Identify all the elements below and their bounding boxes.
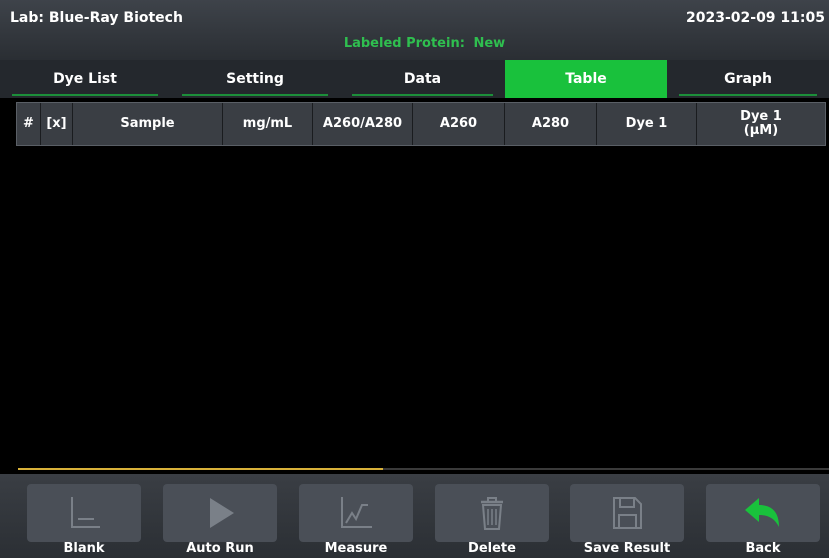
tab-setting[interactable]: Setting [170,60,340,98]
tab-label: Data [403,71,442,87]
table-header: # [x] Sample mg/mL A260/A280 A260 A280 D… [16,102,826,146]
save-icon [607,493,647,533]
column-header-dye1[interactable]: Dye 1 [597,103,697,145]
datetime-display: 2023-02-09 11:05 [686,10,825,26]
tab-bar: Dye List Setting Data Table Graph [0,60,829,98]
back-label: Back [745,541,781,556]
measure-label: Measure [324,541,388,556]
tab-dye-list[interactable]: Dye List [0,60,170,98]
save-result-button[interactable] [570,484,684,542]
column-header-dye1-um[interactable]: Dye 1 (μM) [697,103,825,145]
column-header-index[interactable]: # [17,103,41,145]
results-table[interactable]: # [x] Sample mg/mL A260/A280 A260 A280 D… [8,100,828,468]
blank-button[interactable] [27,484,141,542]
delete-label: Delete [468,541,516,556]
tab-label: Graph [724,71,772,87]
tab-label: Setting [226,71,284,87]
column-header-sample[interactable]: Sample [73,103,223,145]
column-header-mg-ml[interactable]: mg/mL [223,103,313,145]
measure-chart-icon [336,493,376,533]
save-result-label: Save Result [583,541,671,556]
auto-run-button[interactable] [163,484,277,542]
column-header-a260-a280[interactable]: A260/A280 [313,103,413,145]
column-header-a280[interactable]: A280 [505,103,597,145]
progress-bar [18,468,829,470]
play-icon [200,493,240,533]
delete-button[interactable] [435,484,549,542]
tab-graph[interactable]: Graph [667,60,829,98]
header-bar: Lab: Blue-Ray Biotech Labeled Protein: N… [0,0,829,60]
labeled-protein-label: Labeled Protein: [343,36,465,51]
tab-label: Dye List [53,71,117,87]
lab-name: Lab: Blue-Ray Biotech [10,10,183,26]
auto-run-label: Auto Run [186,541,254,556]
column-header-a260[interactable]: A260 [413,103,505,145]
column-header-select[interactable]: [x] [41,103,73,145]
tab-label: Table [565,71,607,87]
blank-icon [64,493,104,533]
bottom-toolbar: Blank Auto Run Measure Delete Save Resul… [0,474,829,558]
labeled-protein-value: New [473,36,506,51]
tab-table[interactable]: Table [505,60,667,98]
trash-icon [472,493,512,533]
tab-data[interactable]: Data [340,60,505,98]
labeled-protein-status: Labeled Protein: New [0,36,829,51]
measure-button[interactable] [299,484,413,542]
back-arrow-icon [741,493,785,533]
blank-label: Blank [63,541,105,556]
back-button[interactable] [706,484,820,542]
progress-fill [18,468,383,470]
